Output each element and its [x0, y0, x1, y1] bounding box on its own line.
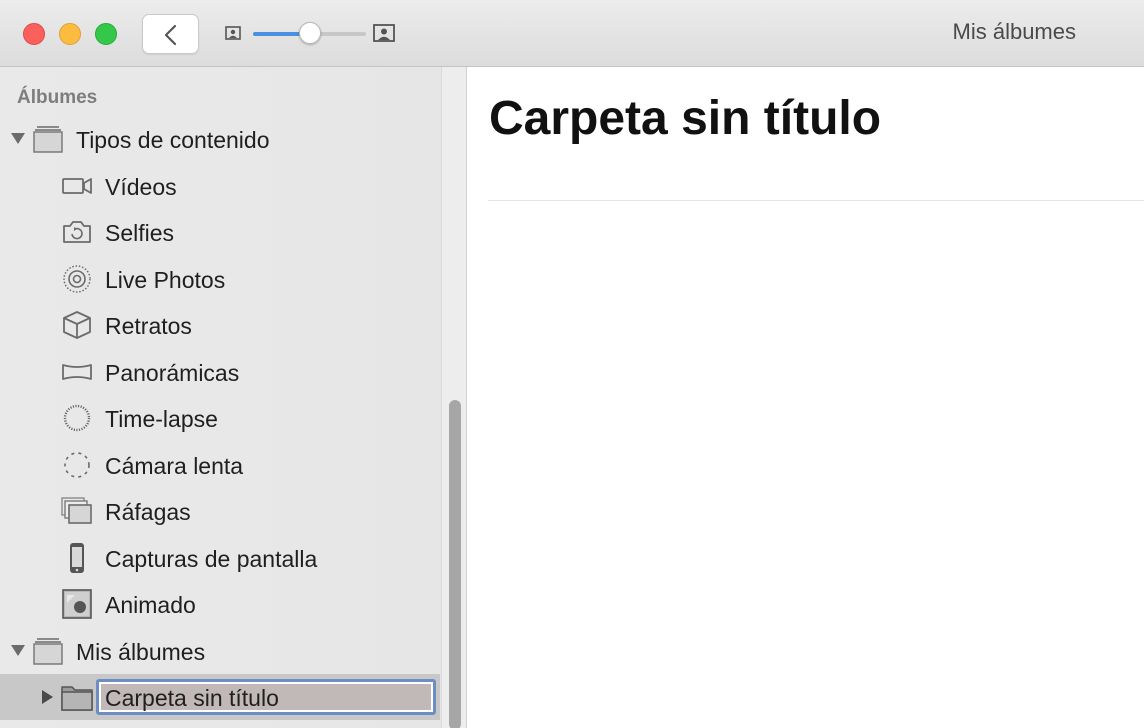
sidebar-item-animado[interactable]: Animado [0, 581, 440, 627]
sidebar-group-tipos-de-contenido[interactable]: Tipos de contenido [0, 116, 440, 162]
minimize-window-button[interactable] [59, 23, 81, 45]
window-title: Mis álbumes [952, 19, 1076, 44]
sidebar-item-capturas-de-pantalla[interactable]: Capturas de pantalla [0, 535, 440, 581]
titlebar: Mis álbumes [0, 0, 1144, 67]
sidebar-item-camara-lenta[interactable]: Cámara lenta [0, 442, 440, 488]
sidebar-item-selfies[interactable]: Selfies [0, 209, 440, 255]
chevron-left-icon [164, 24, 177, 46]
sidebar-item-rafagas[interactable]: Ráfagas [0, 488, 440, 534]
disclosure-expanded-icon[interactable] [10, 131, 26, 145]
sidebar-item-time-lapse[interactable]: Time-lapse [0, 395, 440, 441]
sidebar-item-label: Capturas de pantalla [105, 546, 318, 572]
maximize-window-button[interactable] [95, 23, 117, 45]
sidebar-item-label: Vídeos [105, 174, 177, 200]
page-title: Carpeta sin título [489, 92, 882, 145]
slow-motion-icon [64, 452, 90, 478]
folder-icon [61, 686, 93, 711]
sidebar-item-label: Panorámicas [105, 360, 240, 386]
folder-rename-text: Carpeta sin título [105, 685, 279, 711]
sidebar-item-carpeta-sin-titulo[interactable]: Carpeta sin título [0, 674, 440, 720]
sidebar-item-label: Cámara lenta [105, 453, 244, 479]
animated-icon [62, 589, 92, 619]
sidebar-heading: Álbumes [17, 87, 98, 108]
sidebar-item-videos[interactable]: Vídeos [0, 163, 440, 209]
phone-icon [70, 543, 84, 573]
sidebar-scrollbar-thumb[interactable] [449, 400, 461, 728]
sidebar-item-label: Ráfagas [105, 499, 191, 525]
sidebar-item-label: Animado [105, 592, 196, 618]
sidebar-item-label: Time-lapse [105, 406, 218, 432]
title-divider [488, 200, 1144, 201]
album-stack-icon [33, 126, 63, 153]
disclosure-collapsed-icon[interactable] [40, 689, 54, 705]
sidebar-item-live-photos[interactable]: Live Photos [0, 256, 440, 302]
sidebar: Álbumes Tipos de contenido Vídeos Selfie… [0, 67, 467, 728]
sidebar-item-label: Selfies [105, 220, 175, 246]
disclosure-expanded-icon[interactable] [10, 643, 26, 657]
timelapse-icon [63, 404, 91, 432]
back-button[interactable] [142, 14, 199, 54]
zoom-slider-knob[interactable] [298, 22, 321, 44]
sidebar-scrollbar[interactable] [441, 67, 466, 728]
sidebar-item-panoramicas[interactable]: Panorámicas [0, 349, 440, 395]
video-camera-icon [62, 178, 92, 194]
album-stack-icon [33, 638, 63, 665]
sidebar-group-label: Tipos de contenido [76, 127, 270, 153]
panorama-icon [62, 364, 92, 380]
sidebar-item-retratos[interactable]: Retratos [0, 302, 440, 348]
sidebar-group-mis-albumes[interactable]: Mis álbumes [0, 628, 440, 674]
main-content: Carpeta sin título [467, 67, 1144, 728]
sidebar-item-label: Live Photos [105, 267, 226, 293]
zoom-out-photo-icon[interactable] [225, 26, 241, 40]
selfie-camera-icon [63, 221, 91, 243]
sidebar-item-label: Retratos [105, 313, 192, 339]
cube-icon [63, 311, 91, 339]
live-photo-icon [63, 265, 91, 293]
burst-icon [61, 497, 92, 524]
zoom-in-photo-icon[interactable] [373, 24, 395, 42]
photos-window: Mis álbumes Álbumes Tipos de contenido V… [0, 0, 1144, 728]
sidebar-group-label: Mis álbumes [76, 639, 206, 665]
close-window-button[interactable] [23, 23, 45, 45]
folder-rename-input[interactable]: Carpeta sin título [96, 679, 436, 715]
